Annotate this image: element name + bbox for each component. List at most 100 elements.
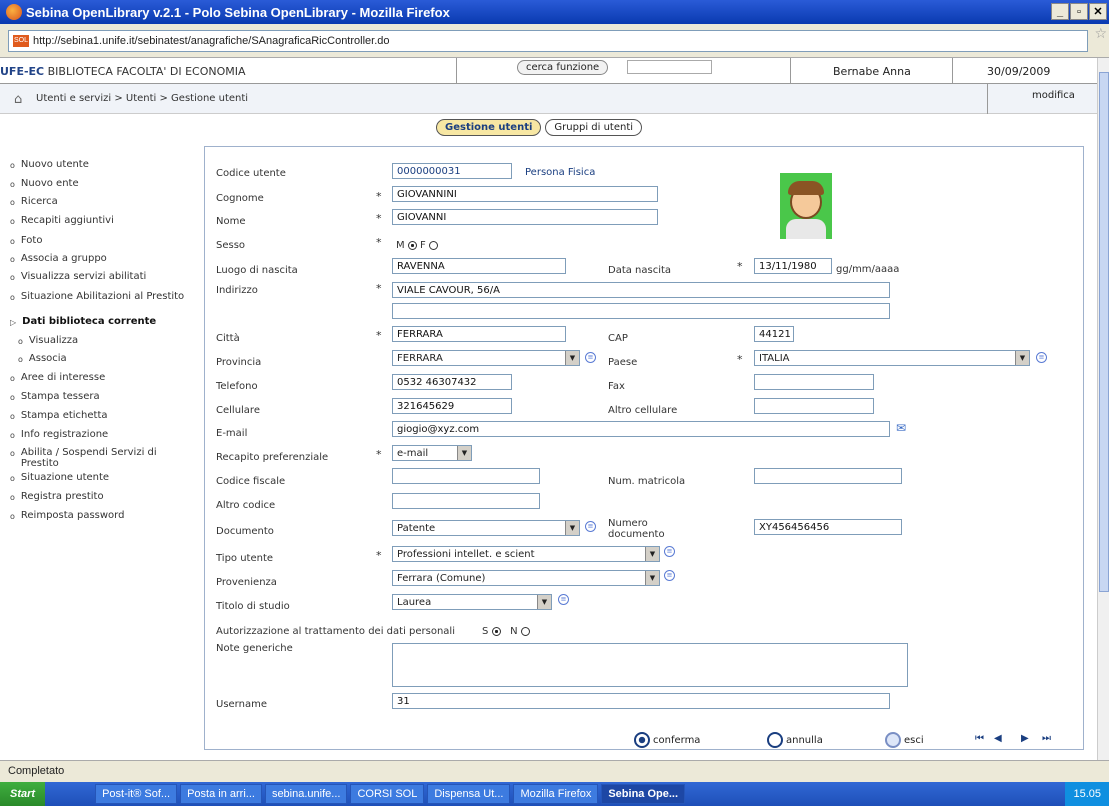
- taskbar-item[interactable]: Mozilla Firefox: [513, 784, 599, 804]
- menu-item[interactable]: o Situazione utente: [10, 472, 109, 484]
- sesso-options: M F: [396, 240, 438, 251]
- esci-button[interactable]: esci: [885, 732, 924, 748]
- next-record-icon[interactable]: ▶: [1021, 733, 1032, 746]
- menu-item[interactable]: o Reimposta password: [10, 510, 124, 522]
- taskbar-item[interactable]: CORSI SOL: [350, 784, 425, 804]
- username-input[interactable]: 31: [392, 693, 890, 709]
- search-function-input[interactable]: [627, 60, 712, 74]
- minimize-button[interactable]: _: [1051, 3, 1069, 20]
- note-textarea[interactable]: [392, 643, 908, 687]
- documento-select[interactable]: Patente ▼: [392, 520, 580, 536]
- cellulare-input[interactable]: 321645629: [392, 398, 512, 414]
- tipo-utente-label: Tipo utente: [216, 553, 274, 564]
- required-mark: *: [376, 282, 382, 295]
- start-button[interactable]: Start: [0, 782, 46, 806]
- autorizzazione-n-radio[interactable]: [520, 626, 530, 636]
- last-record-icon[interactable]: ⏭: [1042, 733, 1053, 746]
- previous-record-icon[interactable]: ◀: [994, 733, 1005, 746]
- sesso-f-radio[interactable]: [428, 240, 438, 250]
- altro-codice-input[interactable]: [392, 493, 540, 509]
- provenienza-select[interactable]: Ferrara (Comune) ▼: [392, 570, 660, 586]
- system-tray: 15.05: [1065, 782, 1109, 806]
- tipo-utente-select[interactable]: Professioni intellet. e scient ▼: [392, 546, 660, 562]
- altro-cellulare-input[interactable]: [754, 398, 874, 414]
- taskbar-item[interactable]: Dispensa Ut...: [427, 784, 511, 804]
- menu-item[interactable]: o Nuovo ente: [10, 178, 79, 190]
- bookmark-star-icon[interactable]: ☆: [1094, 26, 1107, 42]
- tab-gruppi-utenti[interactable]: Gruppi di utenti: [545, 119, 643, 136]
- titolo-studio-label: Titolo di studio: [216, 601, 290, 612]
- fax-input[interactable]: [754, 374, 874, 390]
- menu-item[interactable]: o Nuovo utente: [10, 159, 89, 171]
- paese-label: Paese: [608, 357, 638, 368]
- menu-item[interactable]: o Registra prestito: [10, 491, 104, 503]
- confirm-icon: [634, 732, 650, 748]
- menu-item[interactable]: o Stampa etichetta: [10, 410, 108, 422]
- taskbar-item[interactable]: Posta in arri...: [180, 784, 262, 804]
- menu-item[interactable]: o Foto: [10, 235, 42, 247]
- tab-gestione-utenti[interactable]: Gestione utenti: [436, 119, 542, 136]
- info-icon[interactable]: ≡: [664, 570, 675, 581]
- titolo-studio-select[interactable]: Laurea ▼: [392, 594, 552, 610]
- search-function-button[interactable]: cerca funzione: [517, 60, 609, 75]
- autorizzazione-s-radio[interactable]: [491, 626, 501, 636]
- taskbar-item[interactable]: sebina.unife...: [264, 784, 348, 804]
- sesso-m-radio[interactable]: [407, 240, 417, 250]
- citta-input[interactable]: FERRARA: [392, 326, 566, 342]
- menu-item[interactable]: o Recapiti aggiuntivi: [10, 215, 114, 227]
- menu-item[interactable]: o Info registrazione: [10, 429, 108, 441]
- first-record-icon[interactable]: ⏮: [975, 733, 986, 746]
- indirizzo-input[interactable]: VIALE CAVOUR, 56/A: [392, 282, 890, 298]
- email-icon[interactable]: ✉: [896, 421, 906, 435]
- menu-item[interactable]: o Aree di interesse: [10, 372, 105, 384]
- url-input[interactable]: SOL http://sebina1.unife.it/sebinatest/a…: [8, 30, 1088, 52]
- luogo-nascita-input[interactable]: RAVENNA: [392, 258, 566, 274]
- annulla-button[interactable]: annulla: [767, 732, 823, 748]
- menu-item[interactable]: o Visualizza servizi abilitati: [10, 271, 146, 283]
- paese-select[interactable]: ITALIA ▼: [754, 350, 1030, 366]
- submenu-item[interactable]: o Associa: [18, 353, 67, 365]
- provenienza-label: Provenienza: [216, 577, 277, 588]
- indirizzo-input-2[interactable]: [392, 303, 890, 319]
- info-icon[interactable]: ≡: [1036, 352, 1047, 363]
- submenu-item[interactable]: o Visualizza: [18, 335, 78, 347]
- menu-item[interactable]: o Abilita / Sospendi Servizi di Prestito: [10, 447, 190, 469]
- provincia-select[interactable]: FERRARA ▼: [392, 350, 580, 366]
- cap-label: CAP: [608, 333, 628, 344]
- menu-item[interactable]: o Situazione Abilitazioni al Prestito: [10, 291, 190, 303]
- cap-input[interactable]: 44121: [754, 326, 794, 342]
- numero-documento-input[interactable]: XY456456456: [754, 519, 902, 535]
- menu-item[interactable]: o Ricerca: [10, 196, 58, 208]
- citta-label: Città: [216, 333, 240, 344]
- info-icon[interactable]: ≡: [585, 352, 596, 363]
- tipo-persona-text: Persona Fisica: [525, 167, 596, 178]
- cognome-input[interactable]: GIOVANNINI: [392, 186, 658, 202]
- clock: 15.05: [1073, 788, 1101, 800]
- telefono-input[interactable]: 0532 46307432: [392, 374, 512, 390]
- recapito-select[interactable]: e-mail ▼: [392, 445, 472, 461]
- menu-item-current[interactable]: ▷ Dati biblioteca corrente: [10, 316, 156, 328]
- required-mark: *: [376, 236, 382, 249]
- codice-utente-field: 0000000031: [392, 163, 512, 179]
- info-icon[interactable]: ≡: [558, 594, 569, 605]
- email-input[interactable]: giogio@xyz.com: [392, 421, 890, 437]
- page-scrollbar[interactable]: [1097, 58, 1109, 760]
- menu-item[interactable]: o Stampa tessera: [10, 391, 100, 403]
- info-icon[interactable]: ≡: [664, 546, 675, 557]
- menu-item[interactable]: o Associa a gruppo: [10, 253, 107, 265]
- conferma-button[interactable]: conferma: [634, 732, 700, 748]
- nome-input[interactable]: GIOVANNI: [392, 209, 658, 225]
- firefox-icon: [6, 4, 22, 20]
- matricola-input[interactable]: [754, 468, 902, 484]
- maximize-button[interactable]: ▫: [1070, 3, 1088, 20]
- info-icon[interactable]: ≡: [585, 521, 596, 532]
- required-mark: *: [376, 549, 382, 562]
- home-icon[interactable]: ⌂: [14, 92, 22, 107]
- exit-icon: [885, 732, 901, 748]
- data-nascita-input[interactable]: 13/11/1980: [754, 258, 832, 274]
- taskbar-item[interactable]: Post-it® Sof...: [95, 784, 178, 804]
- email-label: E-mail: [216, 428, 248, 439]
- taskbar-item-active[interactable]: Sebina Ope...: [601, 784, 686, 804]
- close-button[interactable]: ✕: [1089, 3, 1107, 20]
- codice-fiscale-input[interactable]: [392, 468, 540, 484]
